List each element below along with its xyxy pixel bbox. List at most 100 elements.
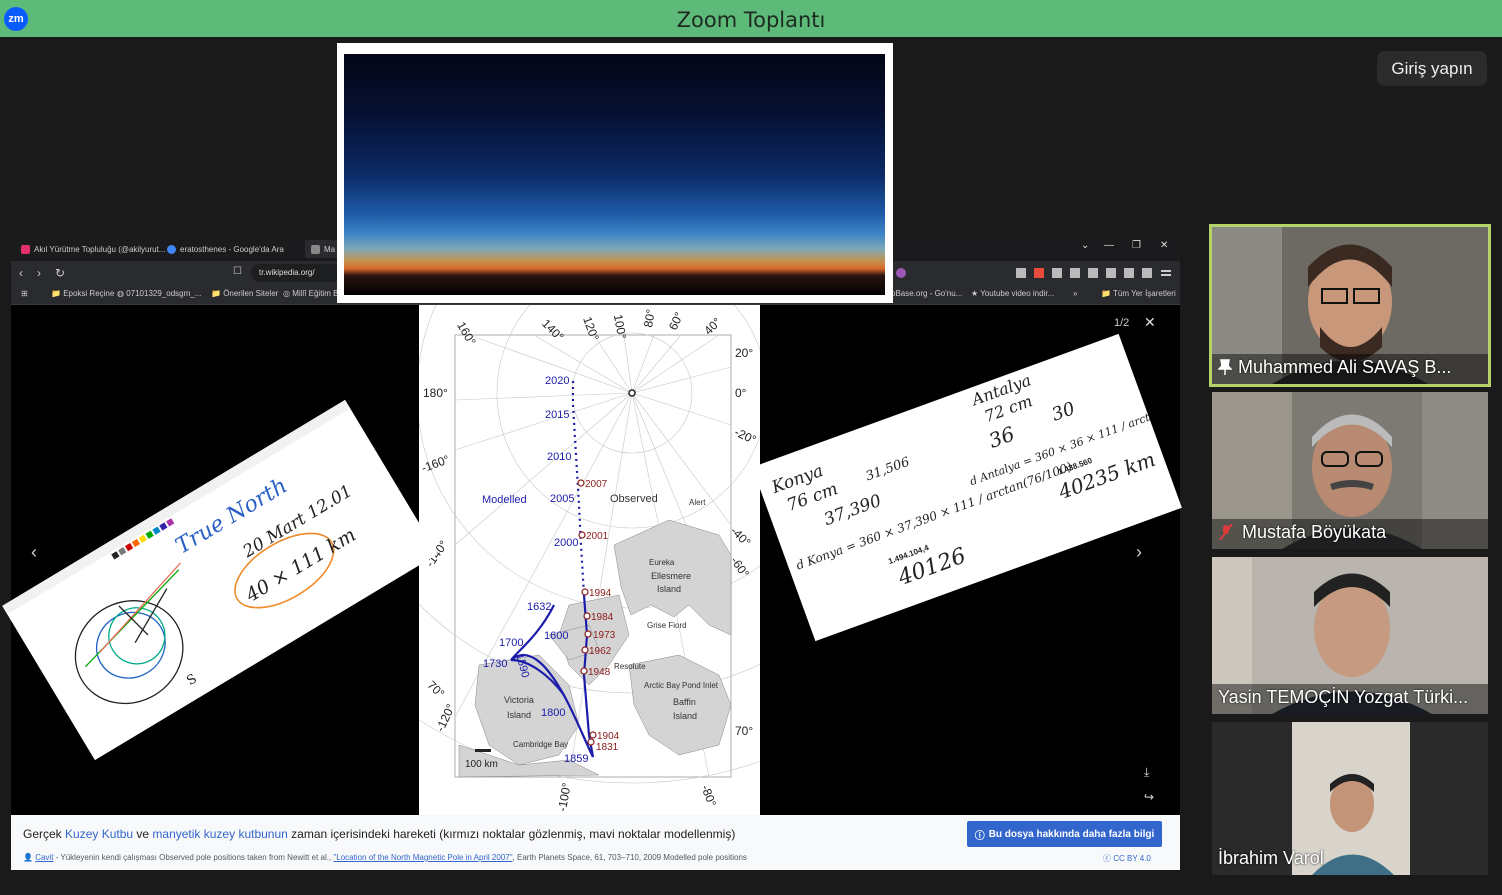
place-label: Island bbox=[657, 584, 681, 594]
place-label: Eureka bbox=[649, 558, 675, 567]
close-window-icon[interactable]: ✕ bbox=[1160, 240, 1168, 251]
modelled-year: 1730 bbox=[483, 658, 507, 670]
map-graphic: 160° 140° 120° 100° 80° 60° 40° 20° 0° -… bbox=[419, 305, 760, 812]
tab-wikipedia[interactable]: Ma bbox=[305, 240, 342, 258]
modelled-year: 1859 bbox=[564, 753, 588, 765]
modelled-year: 2010 bbox=[547, 451, 571, 463]
back-icon[interactable]: ‹ bbox=[19, 266, 23, 280]
map-label-lat: 70° bbox=[735, 724, 753, 738]
modelled-year: 2005 bbox=[550, 493, 574, 505]
bookmark-gobase[interactable]: oBase.org - Go'nu... bbox=[891, 289, 962, 298]
apps-grid-icon[interactable]: ⊞ bbox=[21, 289, 28, 298]
map-label-lon: -60° bbox=[728, 554, 752, 580]
modelled-year: 1632 bbox=[527, 601, 551, 613]
modelled-year: 2000 bbox=[554, 537, 578, 549]
observed-year: 2001 bbox=[586, 531, 609, 542]
map-label-lon: 180° bbox=[423, 386, 448, 400]
tab-google[interactable]: eratosthenes - Google'da Ara bbox=[161, 240, 290, 258]
horizon-photo bbox=[337, 43, 893, 303]
modelled-year: 1800 bbox=[541, 707, 565, 719]
zoom-window: zm Zoom Toplantı Giriş yapın Akıl Yürütm… bbox=[0, 0, 1502, 895]
observed-year: 1973 bbox=[593, 630, 616, 641]
more-info-button[interactable]: ⓘ Bu dosya hakkında daha fazla bilgi bbox=[967, 821, 1162, 847]
tab-label: Akıl Yürütme Topluluğu (@akilyurut... bbox=[34, 244, 166, 254]
participant-tile[interactable]: Muhammed Ali SAVAŞ B... bbox=[1209, 224, 1491, 387]
participant-tile[interactable]: İbrahim Varol bbox=[1212, 722, 1488, 875]
north-pole-marker bbox=[628, 389, 636, 397]
image-caption: Gerçek Kuzey Kutbu ve manyetik kuzey kut… bbox=[11, 815, 1180, 870]
map-label-lat: 70° bbox=[425, 678, 448, 701]
map-label-lon: 20° bbox=[735, 346, 753, 360]
place-label: Ellesmere bbox=[651, 571, 691, 581]
bookmarks-overflow[interactable]: » bbox=[1073, 289, 1077, 298]
map-label-lon: -20° bbox=[732, 425, 758, 447]
window-title: Zoom Toplantı bbox=[676, 8, 826, 32]
place-label: Island bbox=[507, 710, 531, 720]
minimize-icon[interactable]: — bbox=[1104, 240, 1114, 251]
place-label: Grise Fiord bbox=[647, 621, 687, 630]
map-label-lon: 0° bbox=[735, 386, 747, 400]
participant-tile[interactable]: Mustafa Böyükata bbox=[1212, 392, 1488, 549]
share-icon[interactable]: ↪ bbox=[1144, 790, 1154, 804]
reload-icon[interactable]: ↻ bbox=[55, 266, 65, 280]
bookmark-onerilen[interactable]: 📁 Önerilen Siteler bbox=[211, 289, 278, 298]
modelled-year: 1600 bbox=[544, 630, 568, 642]
observed-year: 1948 bbox=[588, 667, 611, 678]
bookmark-meb[interactable]: ◎ Millî Eğitim B bbox=[283, 289, 338, 298]
observed-year: 1831 bbox=[596, 742, 619, 753]
modelled-year: 1700 bbox=[499, 637, 523, 649]
title-bar: zm Zoom Toplantı bbox=[0, 0, 1502, 37]
extension-icons[interactable] bbox=[891, 265, 1181, 281]
modelled-label: Modelled bbox=[482, 494, 527, 506]
observed-year: 1984 bbox=[591, 612, 614, 623]
image-counter: 1/2 bbox=[1114, 317, 1130, 329]
place-label: Pond Inlet bbox=[682, 681, 719, 690]
tab-search-icon[interactable]: ⌄ bbox=[1081, 240, 1089, 251]
place-label: Cambridge Bay bbox=[513, 740, 568, 749]
tab-label: Ma bbox=[324, 244, 336, 254]
bookmark-all[interactable]: 📁 Tüm Yer İşaretleri bbox=[1101, 289, 1176, 298]
link-manyetik-kutup[interactable]: manyetik kuzey kutbunun bbox=[152, 827, 287, 841]
map-label-lon: -80° bbox=[698, 783, 719, 809]
map-label-lon: -40° bbox=[728, 524, 754, 550]
source-link[interactable]: "Location of the North Magnetic Pole in … bbox=[333, 853, 512, 862]
participant-name: Yasin TEMOÇİN Yozgat Türki... bbox=[1218, 687, 1469, 707]
modelled-year: 2020 bbox=[545, 375, 569, 387]
url-field[interactable]: tr.wikipedia.org/ bbox=[251, 264, 341, 282]
instagram-icon bbox=[21, 244, 30, 254]
prev-image-icon[interactable]: ‹ bbox=[31, 542, 37, 563]
map-label-lon: -100° bbox=[555, 781, 574, 812]
download-icon[interactable]: ⤓ bbox=[1144, 765, 1149, 780]
wikipedia-icon bbox=[311, 244, 320, 254]
observed-year: 1994 bbox=[589, 588, 612, 599]
observed-year: 2007 bbox=[585, 479, 608, 490]
sign-in-button[interactable]: Giriş yapın bbox=[1377, 51, 1487, 86]
maximize-icon[interactable]: ❐ bbox=[1132, 240, 1141, 251]
place-label: Island bbox=[673, 711, 697, 721]
place-label: Alert bbox=[689, 498, 706, 507]
participant-tile[interactable]: Yasin TEMOÇİN Yozgat Türki... bbox=[1212, 557, 1488, 714]
note2-result2: 40235 km bbox=[1054, 447, 1158, 504]
credit-line: 👤 Cavit - Yükleyenin kendi çalışması Obs… bbox=[23, 853, 747, 862]
next-image-icon[interactable]: › bbox=[1136, 542, 1142, 563]
bookmark-epoksi[interactable]: 📁 Epoksi Reçine bbox=[51, 289, 114, 298]
map-label-lon: 60° bbox=[666, 310, 686, 333]
mic-muted-icon bbox=[1219, 524, 1233, 540]
place-label: Resolute bbox=[614, 662, 646, 671]
map-label-lon: 40° bbox=[701, 315, 724, 338]
note1-letter: S bbox=[184, 671, 199, 688]
close-viewer-icon[interactable]: ✕ bbox=[1144, 314, 1156, 331]
link-kuzey-kutbu[interactable]: Kuzey Kutbu bbox=[65, 827, 133, 841]
forward-icon[interactable]: › bbox=[37, 266, 41, 280]
author-link[interactable]: Cavit bbox=[35, 853, 53, 862]
license-link[interactable]: ⓒ CC BY 4.0 bbox=[1103, 853, 1151, 864]
bookmark-youtube[interactable]: ★ Youtube video indir... bbox=[971, 289, 1054, 298]
caption-text: Gerçek Kuzey Kutbu ve manyetik kuzey kut… bbox=[23, 827, 736, 841]
bookmark-star-icon[interactable]: ☐ bbox=[233, 266, 242, 277]
sunset-sky-image bbox=[344, 54, 885, 295]
note2-val1a: 31,506 bbox=[864, 455, 912, 485]
tab-instagram[interactable]: Akıl Yürütme Topluluğu (@akilyurut... bbox=[15, 240, 171, 258]
modelled-year: 2015 bbox=[545, 409, 569, 421]
participant-name: Muhammed Ali SAVAŞ B... bbox=[1218, 357, 1451, 378]
bookmark-odsgm[interactable]: ◍ 07101329_odsgm_... bbox=[117, 289, 201, 298]
